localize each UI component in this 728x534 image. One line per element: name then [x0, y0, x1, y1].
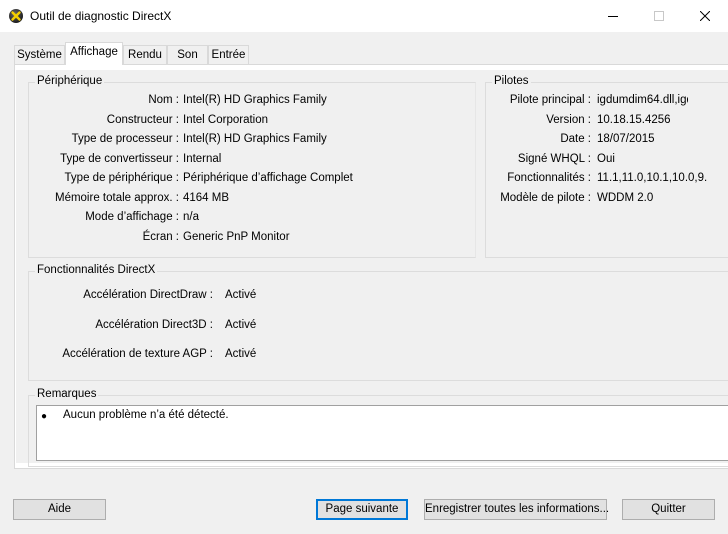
remark-item: Aucun problème n’a été détecté. — [63, 409, 229, 421]
quit-button[interactable]: Quitter — [622, 499, 715, 520]
feature-label: Accélération DirectDraw : — [83, 289, 213, 301]
device-group-title: Périphérique — [35, 75, 105, 87]
driver-value: 10.18.15.4256 — [597, 114, 671, 126]
device-label: Nom : — [148, 94, 179, 106]
tab-label: Rendu — [128, 49, 162, 61]
maximize-button — [636, 0, 682, 32]
features-group-title: Fonctionnalités DirectX — [35, 264, 158, 276]
tab-label: Système — [17, 49, 62, 61]
minimize-icon — [608, 16, 618, 17]
device-label: Type de périphérique : — [64, 172, 179, 184]
tab-label: Entrée — [211, 49, 246, 61]
tab-label: Affichage — [70, 46, 118, 58]
feature-label: Accélération Direct3D : — [95, 319, 213, 331]
device-value: Intel(R) HD Graphics Family — [183, 133, 327, 145]
help-button[interactable]: Aide — [13, 499, 106, 520]
directx-app-icon — [9, 9, 23, 23]
drivers-group: Pilotes — [485, 75, 728, 258]
driver-value: igdumdim64.dll,igd — [597, 94, 688, 106]
driver-value: 18/07/2015 — [597, 133, 655, 145]
device-label: Écran : — [142, 231, 179, 243]
title-bar[interactable]: Outil de diagnostic DirectX — [0, 0, 728, 32]
next-page-button[interactable]: Page suivante — [316, 499, 408, 520]
device-value: 4164 MB — [183, 192, 230, 204]
device-value: Intel(R) HD Graphics Family — [183, 94, 327, 106]
save-all-info-button[interactable]: Enregistrer toutes les informations... — [424, 499, 609, 520]
remarks-textbox[interactable]: ● Aucun problème n’a été détecté. — [36, 405, 728, 461]
driver-value: WDDM 2.0 — [597, 192, 654, 204]
feature-label: Accélération de texture AGP : — [62, 348, 213, 360]
device-value: Internal — [183, 153, 222, 165]
device-value: Generic PnP Monitor — [183, 231, 290, 243]
device-label: Mode d’affichage : — [85, 211, 179, 223]
close-button[interactable] — [682, 0, 728, 32]
window-title: Outil de diagnostic DirectX — [30, 9, 172, 23]
driver-value: Oui — [597, 153, 615, 165]
tab-affichage[interactable]: Affichage — [65, 42, 123, 65]
device-label: Constructeur : — [106, 114, 179, 126]
driver-label: Pilote principal : — [509, 94, 591, 106]
feature-value: Activé — [225, 348, 257, 360]
device-value: Périphérique d’affichage Complet — [183, 172, 353, 184]
drivers-group-title: Pilotes — [492, 75, 531, 87]
driver-label: Fonctionnalités : — [507, 172, 591, 184]
driver-label: Signé WHQL : — [517, 153, 591, 165]
device-label: Type de convertisseur : — [60, 153, 179, 165]
tab-systeme[interactable]: Système — [14, 45, 65, 64]
tab-son[interactable]: Son — [167, 45, 208, 64]
remarks-group-title: Remarques — [35, 388, 99, 400]
driver-label: Version : — [546, 114, 591, 126]
maximize-icon — [654, 11, 664, 21]
device-value: n/a — [183, 211, 199, 223]
minimize-button[interactable] — [590, 0, 636, 32]
feature-value: Activé — [225, 319, 257, 331]
device-value: Intel Corporation — [183, 114, 269, 126]
tab-rendu[interactable]: Rendu — [123, 45, 167, 64]
device-label: Type de processeur : — [71, 133, 179, 145]
driver-value: 11.1,11.0,10.1,10.0,9. — [597, 172, 708, 184]
tab-entree[interactable]: Entrée — [208, 45, 249, 64]
driver-label: Modèle de pilote : — [500, 192, 591, 204]
tab-label: Son — [177, 49, 198, 61]
driver-label: Date : — [560, 133, 591, 145]
device-label: Mémoire totale approx. : — [54, 192, 179, 204]
bullet-icon: ● — [41, 411, 48, 422]
feature-value: Activé — [225, 289, 257, 301]
close-icon — [700, 11, 710, 21]
